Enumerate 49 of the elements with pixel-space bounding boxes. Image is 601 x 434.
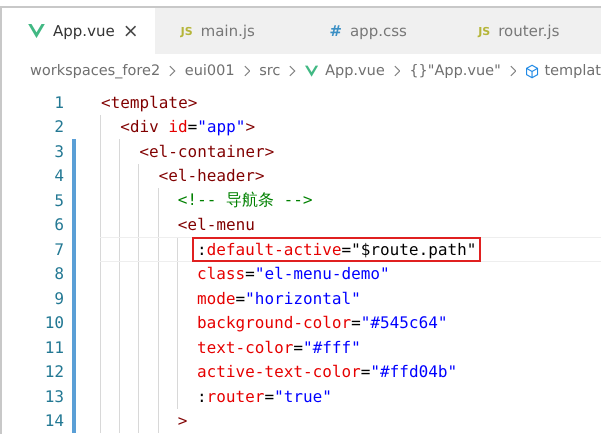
js-file-icon: JS xyxy=(478,24,490,38)
breadcrumb-item[interactable]: {}"App.vue" xyxy=(409,63,501,79)
code-line: active-text-color="#ffd04b" xyxy=(196,361,458,384)
line-number: 4 xyxy=(53,166,64,186)
line-number: 6 xyxy=(53,215,64,234)
editor-tab[interactable]: App.vue × xyxy=(2,8,155,54)
line-number: 10 xyxy=(44,313,64,332)
chevron-icon xyxy=(510,65,516,77)
breadcrumb-item[interactable]: eui001 xyxy=(184,63,235,79)
code-line: class="el-menu-demo" xyxy=(196,263,391,286)
breadcrumb-item[interactable]: App.vue xyxy=(325,63,385,79)
line-number: 1 xyxy=(53,92,64,112)
code-line: <el-header> xyxy=(158,165,266,188)
code-line: <div id="app"> xyxy=(119,116,256,138)
code-line: background-color="#545c64" xyxy=(196,312,448,334)
code-line: :router="true" xyxy=(196,386,333,408)
close-icon[interactable]: × xyxy=(122,20,139,42)
breadcrumb-item[interactable]: workspaces_fore2 xyxy=(30,63,160,79)
code-line: <!-- 导航条 --> xyxy=(176,188,314,211)
breadcrumb-item[interactable]: src xyxy=(259,63,280,79)
line-number: 12 xyxy=(44,362,64,382)
code-line: mode="horizontal" xyxy=(196,288,362,310)
vue-logo-icon xyxy=(28,24,45,38)
chevron-icon xyxy=(169,65,176,77)
code-line: text-color="#fff" xyxy=(196,336,362,359)
line-number: 5 xyxy=(53,190,64,210)
line-number: 3 xyxy=(53,142,64,161)
line-number: 13 xyxy=(44,386,64,406)
cube-icon xyxy=(525,64,540,78)
line-number: 9 xyxy=(53,288,64,308)
js-file-icon: JS xyxy=(180,24,193,38)
chevron-icon xyxy=(289,65,296,77)
line-number: 7 xyxy=(53,240,64,259)
code-line: <template> xyxy=(100,92,198,114)
breadcrumb-item[interactable]: templat xyxy=(544,63,601,79)
line-number: 11 xyxy=(44,338,64,357)
code-line: <el-menu xyxy=(176,214,256,236)
line-number: 14 xyxy=(44,411,64,430)
editor-tab[interactable]: JS main.js xyxy=(154,8,304,54)
line-number: 2 xyxy=(53,117,64,136)
css-file-icon: # xyxy=(329,22,342,40)
line-number: 8 xyxy=(53,264,64,284)
vue-logo-icon xyxy=(304,64,318,78)
chevron-icon xyxy=(394,65,400,77)
editor-tab[interactable]: # app.css xyxy=(303,8,452,54)
code-line: > xyxy=(176,410,188,432)
editor-tab[interactable]: JS router.js xyxy=(452,8,601,54)
chevron-icon xyxy=(244,65,250,77)
code-line: <el-container> xyxy=(138,140,276,163)
